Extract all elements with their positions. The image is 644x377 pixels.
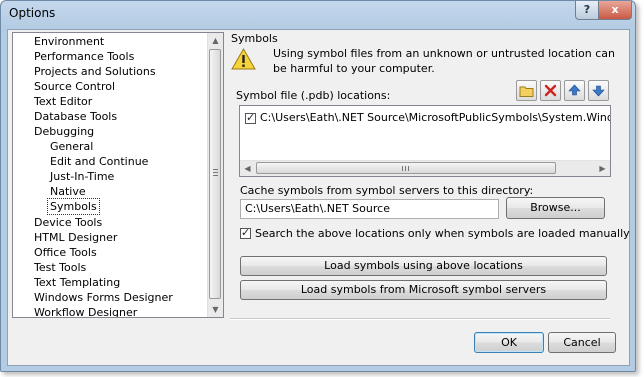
locations-hscrollbar[interactable]: ◀ ▶ [240, 160, 610, 176]
location-path[interactable]: C:\Users\Eath\.NET Source\MicrosoftPubli… [260, 111, 610, 124]
tree-item-environment[interactable]: Environment [32, 34, 106, 49]
locations-scroll-thumb[interactable] [256, 162, 556, 174]
tree-item-native[interactable]: Native [48, 184, 88, 199]
manual-load-label[interactable]: Search the above locations only when sym… [255, 227, 630, 240]
tree-item-html-designer[interactable]: HTML Designer [32, 230, 119, 245]
tree-scrollbar[interactable]: ▲ ▼ [207, 33, 223, 317]
move-down-icon [592, 85, 605, 97]
symbol-locations-list[interactable]: ✓ C:\Users\Eath\.NET Source\MicrosoftPub… [239, 105, 611, 177]
move-up-icon [568, 84, 581, 96]
tree-item-source-control[interactable]: Source Control [32, 79, 117, 94]
load-above-locations-button[interactable]: Load symbols using above locations [240, 256, 607, 276]
move-up-button[interactable] [564, 80, 585, 101]
tree-item-windows-forms-designer[interactable]: Windows Forms Designer [32, 290, 175, 305]
separator [230, 318, 610, 320]
tree-item-workflow-designer[interactable]: Workflow Designer [32, 305, 139, 317]
cache-directory-input[interactable]: C:\Users\Eath\.NET Source [240, 199, 499, 219]
load-microsoft-servers-button[interactable]: Load symbols from Microsoft symbol serve… [240, 280, 607, 300]
new-location-button[interactable] [516, 80, 537, 101]
scroll-left-arrow-icon[interactable]: ◀ [240, 161, 255, 176]
tree-item-database-tools[interactable]: Database Tools [32, 109, 119, 124]
tree-item-just-in-time[interactable]: Just-In-Time [48, 169, 116, 184]
tree-item-general[interactable]: General [48, 139, 95, 154]
title-bar[interactable]: Options ? x [1, 1, 635, 29]
scroll-up-arrow-icon[interactable]: ▲ [208, 33, 223, 48]
cache-label: Cache symbols from symbol servers to thi… [240, 184, 534, 197]
cancel-button[interactable]: Cancel [548, 332, 616, 353]
locations-label: Symbol file (.pdb) locations: [236, 89, 391, 102]
tree-item-office-tools[interactable]: Office Tools [32, 245, 99, 260]
tree-item-test-tools[interactable]: Test Tools [32, 260, 88, 275]
tree-item-text-templating[interactable]: Text Templating [32, 275, 122, 290]
section-title: Symbols [231, 32, 278, 45]
help-button[interactable]: ? [575, 1, 599, 20]
browse-button[interactable]: Browse... [506, 197, 605, 219]
tree-item-text-editor[interactable]: Text Editor [32, 94, 94, 109]
tree-item-projects-and-solutions[interactable]: Projects and Solutions [32, 64, 158, 79]
options-tree[interactable]: Environment Performance Tools Projects a… [12, 32, 224, 318]
ok-button[interactable]: OK [474, 332, 544, 353]
delete-location-button[interactable] [540, 80, 561, 101]
close-button[interactable]: x [598, 1, 632, 20]
location-checkbox[interactable]: ✓ [245, 111, 256, 124]
delete-icon [544, 84, 557, 97]
tree-item-debugging[interactable]: Debugging [32, 124, 96, 139]
scroll-down-arrow-icon[interactable]: ▼ [208, 302, 223, 317]
tree-item-device-tools[interactable]: Device Tools [32, 215, 104, 230]
warning-text: Using symbol files from an unknown or un… [273, 47, 615, 75]
warning-icon [231, 48, 256, 70]
folder-icon [519, 86, 534, 97]
tree-item-performance-tools[interactable]: Performance Tools [32, 49, 136, 64]
manual-load-checkbox[interactable]: ✓ [240, 226, 251, 239]
tree-item-symbols[interactable]: Symbols [47, 198, 100, 215]
tree-scroll-thumb[interactable] [209, 49, 221, 299]
move-down-button[interactable] [588, 80, 609, 101]
tree-item-edit-and-continue[interactable]: Edit and Continue [48, 154, 150, 169]
window-title: Options [9, 6, 56, 20]
scroll-right-arrow-icon[interactable]: ▶ [595, 161, 610, 176]
